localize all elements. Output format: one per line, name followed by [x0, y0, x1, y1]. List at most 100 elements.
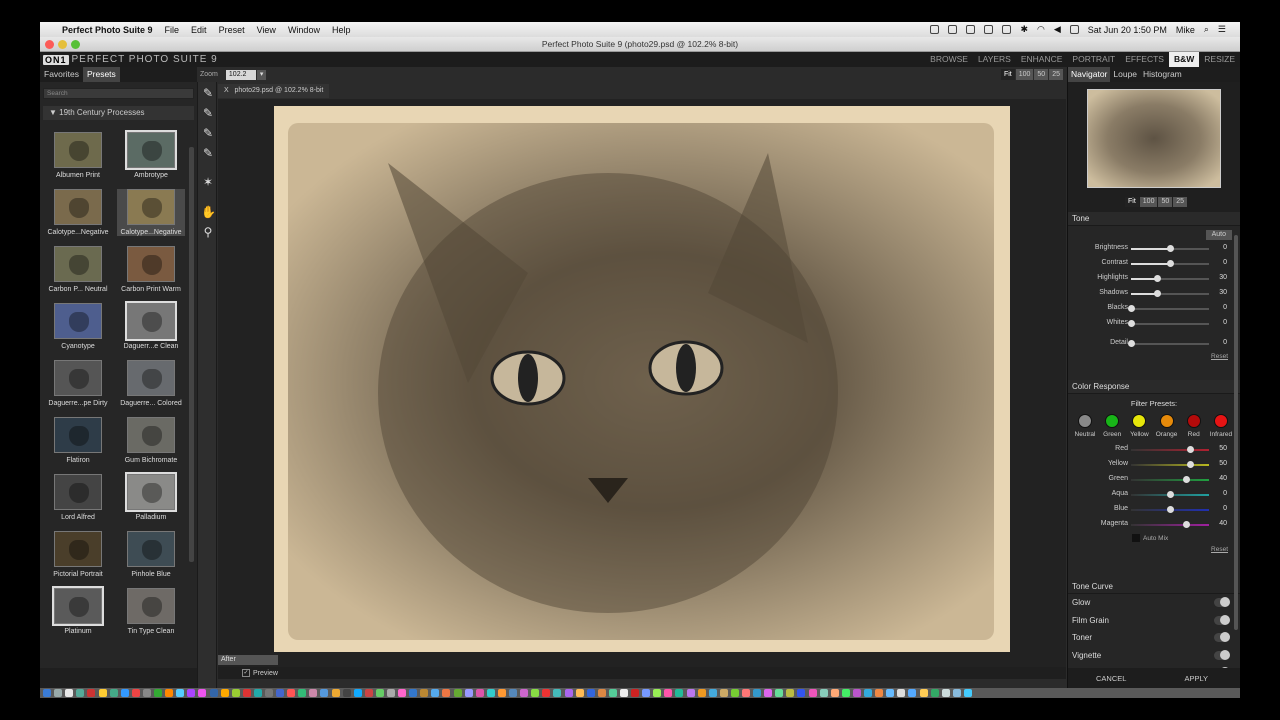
preset-thumbnail[interactable] — [127, 588, 175, 624]
toggle-switch[interactable] — [1214, 632, 1230, 642]
preset-thumbnail[interactable] — [127, 246, 175, 282]
status-icon[interactable] — [966, 25, 976, 34]
zoom-dropdown-icon[interactable]: ▾ — [256, 69, 267, 80]
dock-app-icon[interactable] — [464, 689, 473, 697]
preset-tile[interactable]: Calotype...Negative — [117, 189, 185, 236]
tone-reset-link[interactable]: Reset — [1068, 353, 1240, 360]
zoom-value-field[interactable]: 102.2 — [225, 69, 256, 80]
brush-tool-icon[interactable]: ✎ — [201, 126, 215, 140]
dock-app-icon[interactable] — [409, 689, 418, 697]
slider-track[interactable] — [1128, 305, 1209, 312]
wifi-icon[interactable]: ◠ — [1037, 24, 1045, 35]
filter-preset-orange[interactable]: Orange — [1154, 414, 1180, 438]
menu-edit[interactable]: Edit — [191, 25, 207, 35]
hand-tool-icon[interactable]: ✋ — [201, 205, 216, 219]
preset-tile[interactable]: Palladium — [117, 472, 185, 521]
brush-tool-icon[interactable]: ✎ — [201, 146, 215, 160]
dock-app-icon[interactable] — [719, 689, 728, 697]
nav-50-button[interactable]: 50 — [1158, 197, 1173, 207]
dock-app-icon[interactable] — [753, 689, 762, 697]
slider-knob[interactable] — [1128, 305, 1135, 312]
slider-knob[interactable] — [1182, 521, 1190, 528]
dock-app-icon[interactable] — [897, 689, 906, 697]
dock-app-icon[interactable] — [264, 689, 273, 697]
filter-preset-neutral[interactable]: Neutral — [1072, 414, 1098, 438]
dock-app-icon[interactable] — [553, 689, 562, 697]
dock-app-icon[interactable] — [165, 689, 174, 697]
menu-file[interactable]: File — [165, 25, 180, 35]
zoom-25-button[interactable]: 25 — [1049, 69, 1063, 80]
auto-mix-checkbox[interactable] — [1132, 534, 1140, 542]
document-tab[interactable]: X photo29.psd @ 102.2% 8-bit — [218, 84, 330, 98]
preset-thumbnail[interactable] — [127, 531, 175, 567]
slider-track[interactable] — [1131, 446, 1209, 453]
dock-app-icon[interactable] — [686, 689, 695, 697]
preset-tile[interactable]: Albumen Print — [44, 132, 112, 179]
dock-app-icon[interactable] — [653, 689, 662, 697]
dock-app-icon[interactable] — [387, 689, 395, 697]
dock-app-icon[interactable] — [797, 689, 806, 697]
preset-tile[interactable]: Lord Alfred — [44, 474, 112, 521]
dock-app-icon[interactable] — [841, 689, 850, 697]
dock-app-icon[interactable] — [963, 689, 972, 697]
dock-app-icon[interactable] — [298, 689, 307, 697]
section-vignette[interactable]: Vignette — [1068, 647, 1240, 665]
module-portrait[interactable]: PORTRAIT — [1067, 52, 1120, 67]
slider-knob[interactable] — [1182, 476, 1190, 483]
dock-app-icon[interactable] — [531, 689, 540, 697]
section-glow[interactable]: Glow — [1068, 594, 1240, 612]
slider-track[interactable] — [1131, 275, 1209, 282]
dock-app-icon[interactable] — [775, 689, 784, 697]
tab-navigator[interactable]: Navigator — [1068, 67, 1111, 82]
zoom-window-icon[interactable] — [71, 40, 80, 49]
dock-app-icon[interactable] — [364, 689, 373, 697]
dropbox-icon[interactable] — [948, 25, 958, 34]
slider-track[interactable] — [1131, 245, 1209, 252]
slider-knob[interactable] — [1186, 446, 1194, 453]
preset-thumbnail[interactable] — [127, 360, 175, 396]
dock-app-icon[interactable] — [320, 689, 329, 697]
dock-app-icon[interactable] — [87, 689, 96, 697]
dock-app-icon[interactable] — [864, 689, 873, 697]
preset-thumbnail[interactable] — [54, 474, 102, 510]
dock-app-icon[interactable] — [276, 689, 285, 697]
status-icon[interactable] — [1002, 25, 1012, 34]
dock-app-icon[interactable] — [830, 689, 839, 697]
tone-curve-header[interactable]: Tone Curve — [1068, 580, 1240, 594]
dock-app-icon[interactable] — [742, 689, 750, 697]
slider-knob[interactable] — [1167, 245, 1174, 252]
preset-thumbnail[interactable] — [127, 189, 175, 225]
preset-thumbnail[interactable] — [54, 132, 102, 168]
apply-dropdown-icon[interactable]: ▼ — [1238, 673, 1240, 683]
brush-tool-icon[interactable]: ✎ — [201, 86, 215, 100]
preset-thumbnail[interactable] — [54, 189, 102, 225]
dock-app-icon[interactable] — [65, 689, 74, 697]
dock-app-icon[interactable] — [597, 689, 606, 697]
dock-app-icon[interactable] — [542, 689, 551, 697]
brush-tool-icon[interactable]: ✎ — [201, 106, 215, 120]
dock-app-icon[interactable] — [453, 689, 462, 697]
slider-knob[interactable] — [1167, 506, 1174, 513]
dock-app-icon[interactable] — [309, 689, 318, 697]
dock-app-icon[interactable] — [43, 689, 52, 697]
preset-tile[interactable]: Tin Type Clean — [117, 588, 185, 635]
dock-app-icon[interactable] — [353, 689, 362, 697]
dock-app-icon[interactable] — [231, 689, 240, 697]
filter-preset-green[interactable]: Green — [1099, 414, 1125, 438]
module-browse[interactable]: BROWSE — [925, 52, 973, 67]
slider-track[interactable] — [1128, 320, 1209, 327]
slider-track[interactable] — [1131, 260, 1209, 267]
preset-thumbnail[interactable] — [54, 417, 102, 453]
zoom-fit-button[interactable]: Fit — [1000, 69, 1015, 80]
dock-app-icon[interactable] — [109, 689, 118, 697]
dock-app-icon[interactable] — [154, 689, 163, 697]
module-enhance[interactable]: ENHANCE — [1016, 52, 1068, 67]
dock-app-icon[interactable] — [509, 689, 518, 697]
slider-knob[interactable] — [1128, 340, 1135, 347]
toggle-switch[interactable] — [1214, 614, 1230, 625]
dock-app-icon[interactable] — [908, 689, 917, 697]
dock-app-icon[interactable] — [253, 689, 262, 697]
dock-app-icon[interactable] — [764, 689, 773, 697]
menu-help[interactable]: Help — [332, 25, 351, 35]
dock-app-icon[interactable] — [176, 689, 185, 697]
